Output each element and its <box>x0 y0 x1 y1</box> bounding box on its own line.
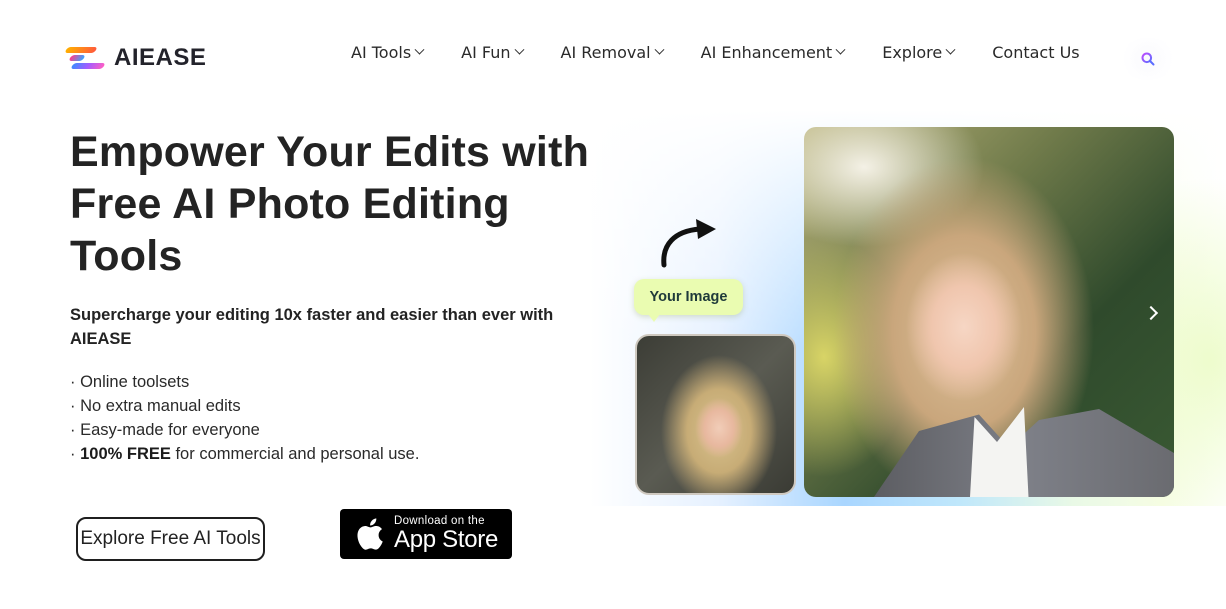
chevron-down-icon <box>514 44 524 55</box>
nav-label: AI Removal <box>560 43 651 62</box>
chevron-down-icon <box>654 44 665 55</box>
nav-ai-removal[interactable]: AI Removal <box>560 43 665 62</box>
nav-ai-fun[interactable]: AI Fun <box>461 43 524 62</box>
curved-arrow-icon <box>661 219 716 268</box>
main-nav: AI Tools AI Fun AI Removal AI Enhancemen… <box>351 43 1080 62</box>
hero-title: Empower Your Edits with Free AI Photo Ed… <box>70 128 590 280</box>
input-photo <box>635 334 796 495</box>
nav-label: AI Fun <box>461 43 511 62</box>
chevron-down-icon <box>414 44 425 55</box>
app-store-big-label: App Store <box>394 526 499 553</box>
logo[interactable]: AIEASE <box>64 44 206 72</box>
nav-ai-enhancement[interactable]: AI Enhancement <box>700 43 846 62</box>
your-image-label: Your Image <box>634 279 743 322</box>
chevron-down-icon <box>835 44 846 55</box>
apple-icon <box>357 518 383 550</box>
feature-item: · No extra manual edits <box>70 397 241 415</box>
nav-label: Contact Us <box>992 43 1080 62</box>
nav-explore[interactable]: Explore <box>882 43 956 62</box>
chevron-right-icon <box>1143 305 1159 321</box>
search-button[interactable] <box>1118 38 1178 80</box>
logo-icon <box>64 45 106 71</box>
search-icon <box>1141 52 1155 66</box>
nav-label: Explore <box>882 43 943 62</box>
output-photo <box>804 127 1174 497</box>
logo-text: AIEASE <box>114 44 207 71</box>
nav-label: AI Enhancement <box>700 43 833 62</box>
feature-item: · Easy-made for everyone <box>70 421 260 439</box>
nav-ai-tools[interactable]: AI Tools <box>351 43 425 62</box>
carousel-next-button[interactable] <box>1140 300 1162 326</box>
explore-free-ai-tools-button[interactable]: Explore Free AI Tools <box>76 517 265 561</box>
app-store-button[interactable]: Download on the App Store <box>340 509 512 559</box>
feature-item: · Online toolsets <box>70 373 190 391</box>
feature-highlight: 100% FREE <box>80 445 171 463</box>
nav-label: AI Tools <box>351 43 412 62</box>
chevron-down-icon <box>945 44 956 55</box>
feature-item: · 100% FREE for commercial and personal … <box>70 445 420 463</box>
feature-list: · Online toolsets · No extra manual edit… <box>70 370 419 466</box>
nav-contact-us[interactable]: Contact Us <box>992 43 1079 62</box>
hero-subtitle: Supercharge your editing 10x faster and … <box>70 306 554 348</box>
site-header: AIEASE AI Tools AI Fun AI Removal AI Enh… <box>0 0 1226 110</box>
